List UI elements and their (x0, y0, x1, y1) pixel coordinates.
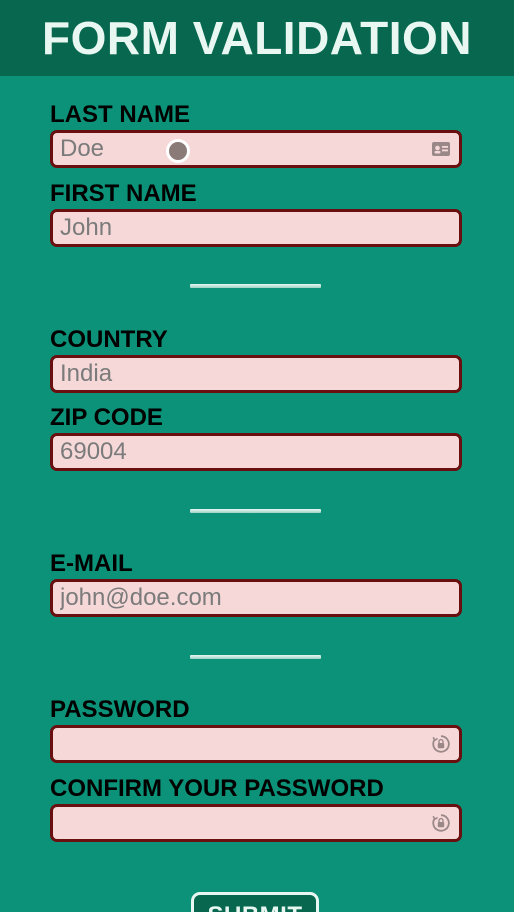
confirm-password-label: CONFIRM YOUR PASSWORD (50, 775, 384, 802)
section-divider (190, 509, 321, 513)
submit-button[interactable]: SUBMIT (191, 892, 319, 912)
password-key-icon[interactable] (431, 734, 451, 754)
email-label: E-MAIL (50, 550, 133, 577)
country-field-box (50, 355, 462, 393)
zip-code-input[interactable] (53, 436, 420, 468)
email-input[interactable] (53, 582, 420, 614)
first-name-label: FIRST NAME (50, 180, 197, 207)
page-header: FORM VALIDATION (0, 0, 514, 76)
country-input[interactable] (53, 358, 420, 390)
mouse-cursor-dot (166, 139, 190, 163)
password-label: PASSWORD (50, 696, 190, 723)
last-name-input[interactable] (53, 133, 420, 165)
zip-code-label: ZIP CODE (50, 404, 163, 431)
country-label: COUNTRY (50, 326, 168, 353)
section-divider (190, 655, 321, 659)
first-name-input[interactable] (53, 212, 420, 244)
confirm-password-input[interactable] (53, 807, 420, 839)
password-field-box (50, 725, 462, 763)
password-key-icon[interactable] (431, 813, 451, 833)
first-name-field-box (50, 209, 462, 247)
form-page: FORM VALIDATION LAST NAME FIRST NAME COU… (0, 0, 514, 912)
page-title: FORM VALIDATION (42, 12, 472, 64)
zip-code-field-box (50, 433, 462, 471)
email-field-box (50, 579, 462, 617)
contact-card-icon[interactable] (431, 139, 451, 159)
last-name-field-box (50, 130, 462, 168)
password-input[interactable] (53, 728, 420, 760)
last-name-label: LAST NAME (50, 101, 190, 128)
confirm-password-field-box (50, 804, 462, 842)
section-divider (190, 284, 321, 288)
